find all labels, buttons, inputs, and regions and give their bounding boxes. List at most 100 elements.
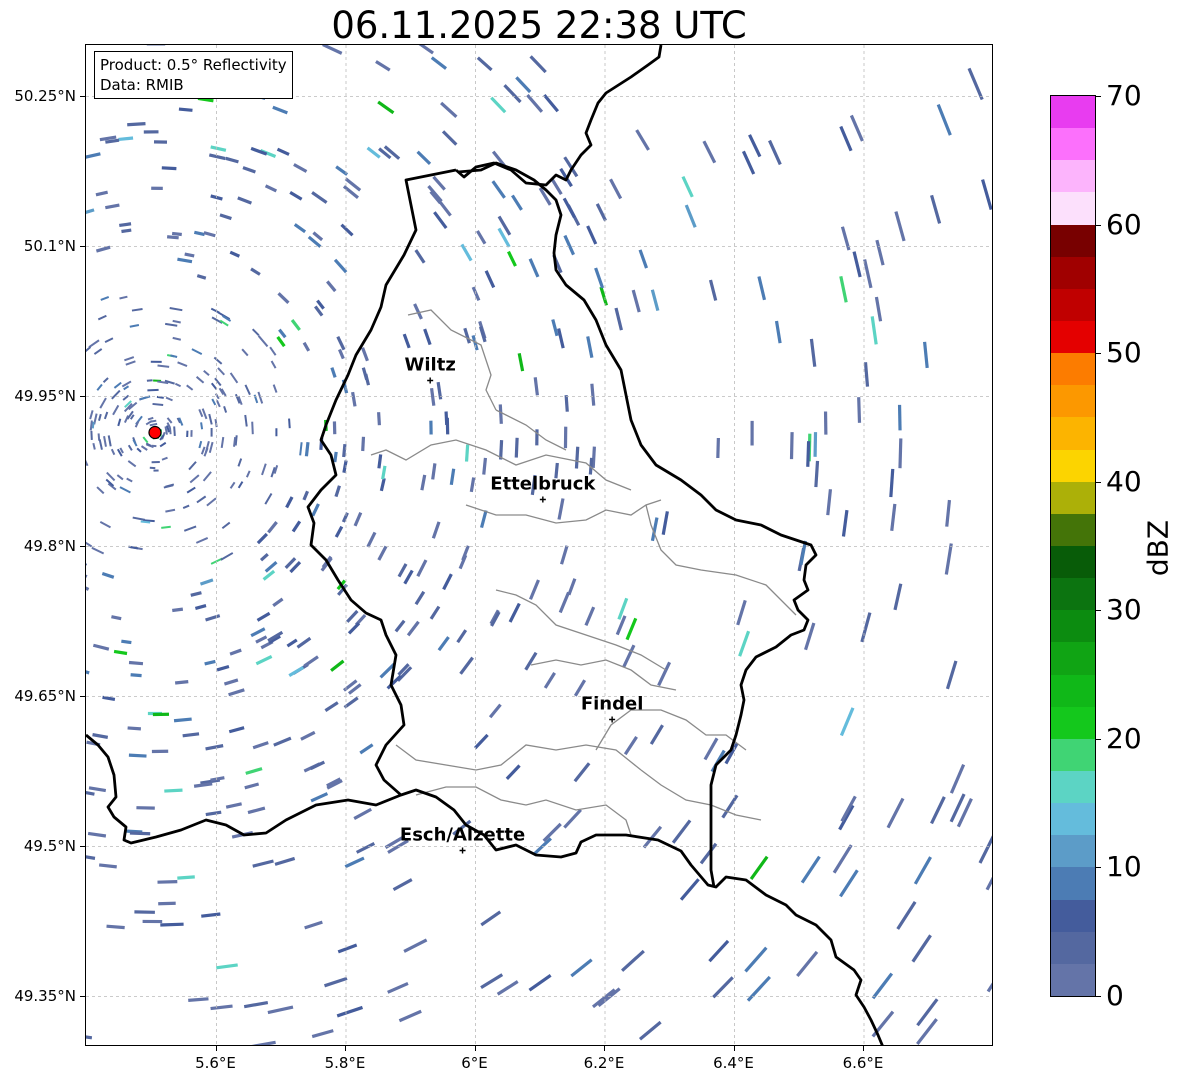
radar-echo-pixel (375, 60, 391, 72)
radar-echo-pixel (188, 461, 197, 471)
radar-echo-pixel (136, 806, 155, 810)
radar-echo-pixel (491, 180, 506, 199)
radar-echo-pixel (681, 175, 694, 198)
radar-echo-pixel (529, 55, 547, 74)
radar-echo-pixel (252, 741, 269, 750)
radar-echo-pixel (204, 659, 216, 666)
radar-echo-pixel (945, 660, 958, 690)
radar-echo-pixel (190, 591, 202, 597)
radar-echo-pixel (473, 733, 489, 750)
radar-echo-pixel (586, 336, 594, 359)
lon-tick-label: 6.6°E (842, 1054, 884, 1072)
radar-echo-pixel (839, 125, 853, 152)
radar-echo-pixel (147, 388, 159, 392)
radar-map-svg: Wiltz Ettelbruck Findel Esch/Alzette (86, 45, 992, 1045)
colorbar-tick-mark (1096, 96, 1101, 97)
radar-echo-pixel (119, 222, 132, 228)
radar-echo-pixel (251, 421, 254, 435)
radar-echo-pixel (476, 56, 493, 72)
radar-echo-pixel (208, 441, 214, 453)
radar-echo-pixel (949, 764, 966, 794)
radar-echo-pixel (110, 448, 116, 456)
radar-echo-pixel (196, 274, 207, 280)
radar-echo-pixel (274, 856, 296, 866)
radar-echo-pixel (275, 428, 278, 437)
city-marker: Findel (581, 694, 643, 723)
radar-echo-pixel (621, 949, 645, 972)
colorbar-segment (1051, 449, 1095, 483)
radar-echo-pixel (353, 807, 372, 820)
radar-echo-pixel (353, 511, 363, 527)
radar-echo-pixel (99, 520, 111, 529)
radar-echo-pixel (574, 446, 580, 469)
radar-echo-pixel (498, 404, 503, 424)
radar-echo-pixel (136, 447, 142, 453)
radar-echo-pixel (128, 660, 144, 666)
radar-echo-pixel (142, 436, 149, 444)
radar-map[interactable]: Wiltz Ettelbruck Findel Esch/Alzette (85, 44, 993, 1046)
radar-echo-pixel (105, 203, 120, 210)
country-borders (86, 45, 884, 1045)
radar-echo-pixel (563, 808, 582, 829)
radar-echo-pixel (890, 503, 897, 531)
radar-echo-pixel (272, 597, 284, 607)
radar-echo-pixel (89, 410, 94, 420)
radar-echo-pixel (256, 532, 269, 545)
radar-echo-pixel (293, 223, 307, 234)
colorbar-segment (1051, 353, 1095, 386)
radar-echo-pixel (414, 590, 426, 606)
radar-echo-pixel (220, 552, 234, 561)
radar-echo-pixel (107, 435, 112, 447)
radar-echo-pixel (414, 249, 426, 264)
radar-echo-pixel (86, 208, 95, 215)
city-label: Wiltz (405, 355, 456, 376)
radar-echo-pixel (702, 140, 717, 164)
radar-echo-pixel (570, 958, 593, 978)
data-source-label: Data: RMIB (100, 76, 184, 94)
colorbar-segment (1051, 738, 1095, 772)
radar-echo-pixel (270, 360, 277, 369)
radar-echo-pixel (296, 636, 312, 649)
radar-echo-pixel (177, 361, 188, 368)
radar-echo-pixel (323, 976, 348, 988)
radar-echo-pixel (121, 639, 132, 645)
colorbar-segment (1051, 642, 1095, 676)
radar-echo-pixel (208, 413, 213, 425)
radar-echo-pixel (151, 186, 163, 190)
radar-echo-pixel (152, 402, 164, 407)
product-label: Product: 0.5° Reflectivity (100, 56, 287, 74)
radar-echo-pixel (563, 426, 568, 449)
radar-echo-pixel (153, 469, 159, 472)
radar-echo-pixel (253, 394, 259, 404)
radar-echo-pixel (251, 1040, 276, 1045)
colorbar-tick-label: 0 (1106, 979, 1124, 1012)
colorbar-segment (1051, 867, 1095, 901)
lat-tick-label: 49.5°N (23, 836, 76, 855)
radar-echo-pixel (223, 405, 228, 413)
radar-echo-pixel (871, 1010, 895, 1038)
radar-echo-pixel (768, 139, 782, 166)
radar-echo-pixel (213, 356, 223, 365)
radar-echo-pixel (311, 191, 328, 204)
radar-echo-pixel (202, 471, 212, 482)
colorbar-tick-label: 70 (1106, 79, 1142, 112)
radar-echo-pixel (649, 724, 664, 745)
radar-echo-pixel (288, 665, 305, 678)
radar-echo-pixel (86, 152, 101, 160)
radar-echo-pixel (252, 859, 274, 868)
radar-echo-pixel (967, 67, 984, 101)
radar-echo-pixel (127, 726, 141, 731)
radar-echo-pixel (986, 962, 992, 993)
radar-echo-pixel (96, 383, 103, 391)
radar-echo-pixel (216, 664, 230, 672)
radar-echo-pixel (250, 267, 261, 276)
radar-echo-pixel (505, 764, 521, 780)
radar-echo-pixel (638, 1020, 662, 1041)
colorbar-segment (1051, 578, 1095, 611)
radar-echo-pixel (277, 292, 290, 304)
radar-echo-pixel (528, 974, 552, 992)
radar-echo-pixel (406, 620, 420, 637)
radar-echo-pixel (172, 607, 184, 613)
radar-echo-pixel (214, 377, 222, 387)
radar-echo-pixel (217, 367, 226, 376)
